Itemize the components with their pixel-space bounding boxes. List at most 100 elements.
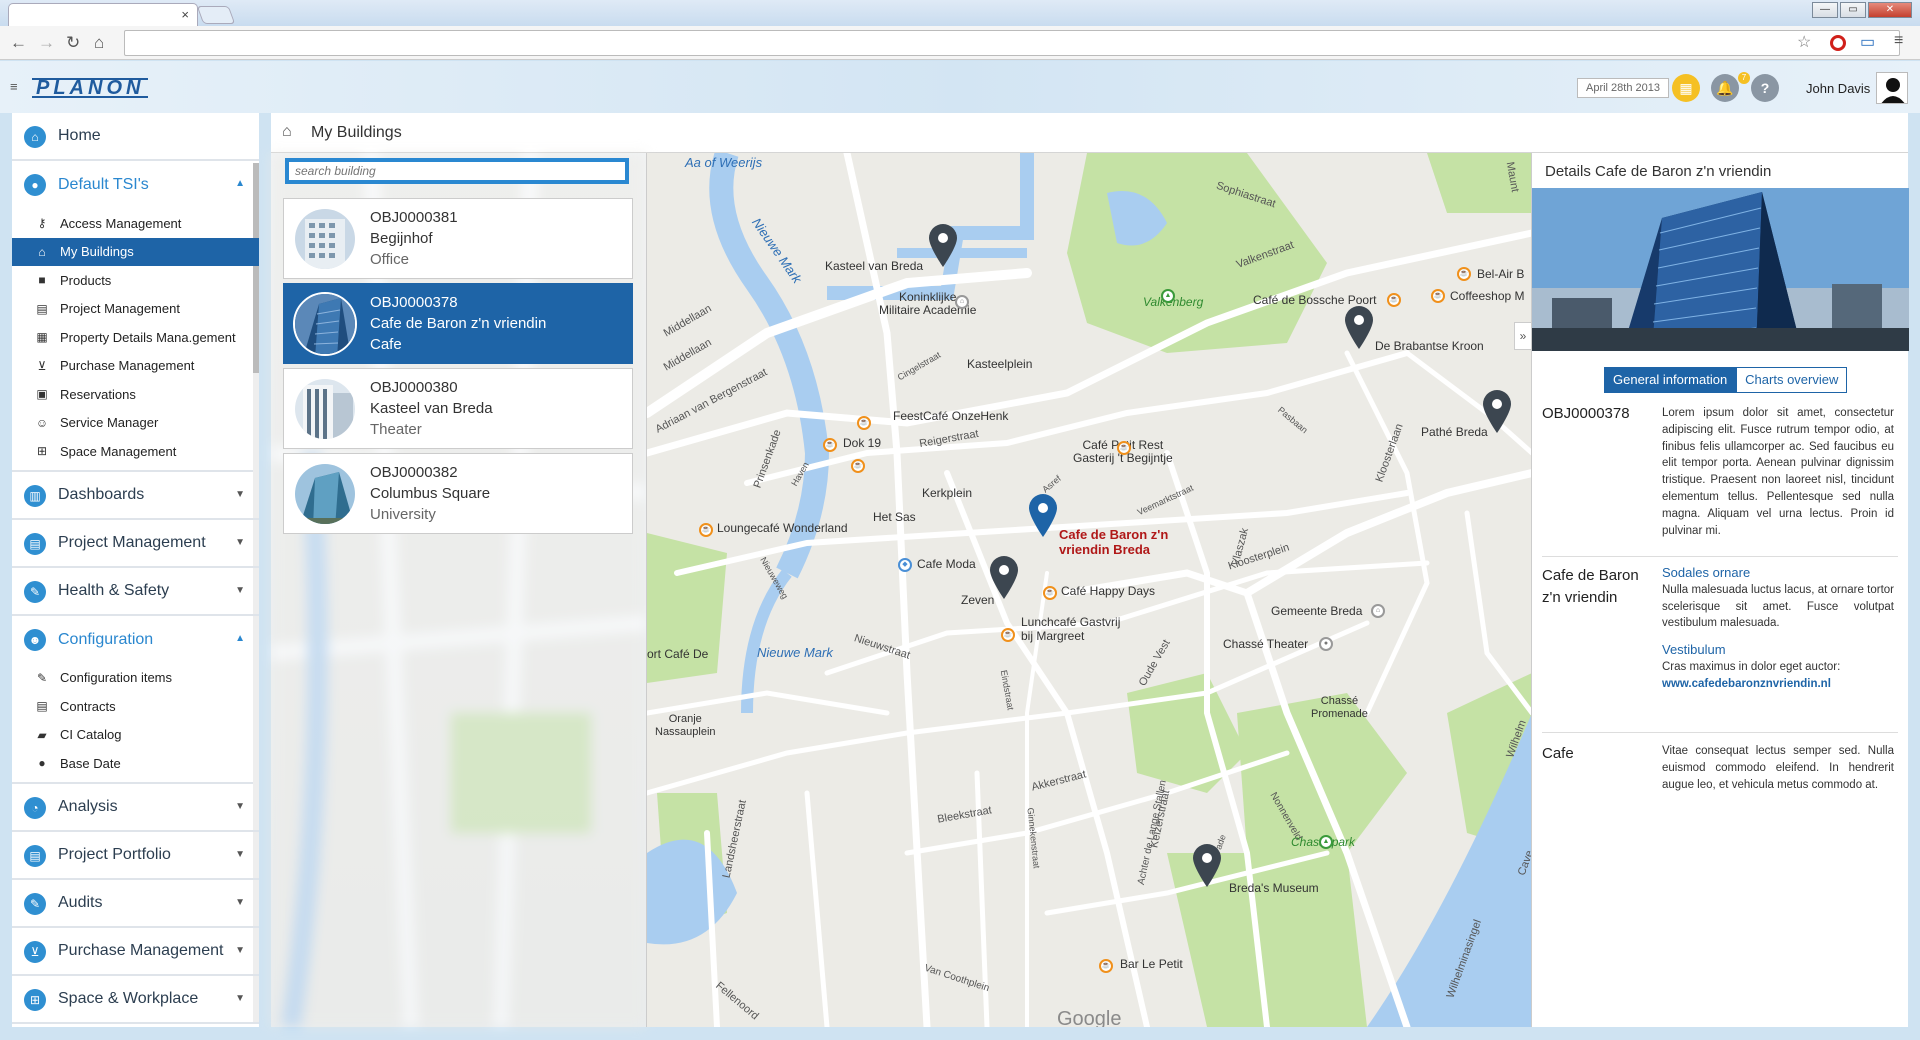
- cast-icon[interactable]: ▭: [1860, 32, 1875, 52]
- sidebar-sub-access-management[interactable]: ⚷ Access Management: [12, 209, 259, 238]
- sidebar-sub-my-buildings[interactable]: ⌂ My Buildings: [12, 237, 259, 266]
- opera-icon[interactable]: [1830, 35, 1846, 51]
- sidebar-sub-base-date[interactable]: ● Base Date: [12, 749, 259, 778]
- hamburger-icon[interactable]: ≡: [10, 79, 18, 94]
- sidebar-item-project-management[interactable]: ▤ Project Management ▼: [12, 520, 259, 568]
- tab-general-information[interactable]: General information: [1604, 367, 1737, 393]
- sidebar-item-space-workplace[interactable]: ⊞ Space & Workplace ▼: [12, 976, 259, 1024]
- sidebar-sub-products[interactable]: ■ Products: [12, 266, 259, 295]
- map-label-selected: Cafe de Baron z'n vriendin Breda: [1059, 527, 1169, 557]
- townhall-poi-icon[interactable]: ⌂: [1371, 604, 1385, 618]
- collapse-details-button[interactable]: »: [1514, 322, 1532, 350]
- sidebar-sub-space-management[interactable]: ⊞ Space Management: [12, 437, 259, 466]
- sidebar-item-label: Default TSI's: [58, 176, 149, 193]
- sidebar-sub-service-manager[interactable]: ☺ Service Manager: [12, 409, 259, 438]
- sub-label: Space Management: [60, 443, 177, 459]
- sub-label: Access Management: [60, 215, 182, 231]
- building-type: Cafe: [370, 336, 402, 353]
- box-icon: ■: [38, 273, 46, 287]
- menu-icon[interactable]: ≡: [1894, 32, 1903, 50]
- building-name: Cafe de Baron z'n vriendin: [370, 315, 547, 332]
- sub-label: Purchase Management: [60, 358, 195, 374]
- page-title: My Buildings: [311, 124, 402, 141]
- shop-poi-icon[interactable]: ◆: [898, 558, 912, 572]
- sidebar-sub-configuration-items[interactable]: ✎ Configuration items: [12, 664, 259, 693]
- sidebar-item-analysis[interactable]: ◔ Analysis ▼: [12, 784, 259, 832]
- sidebar-item-home[interactable]: ⌂ Home: [12, 113, 259, 161]
- cafe-poi-icon[interactable]: ☕: [851, 459, 865, 473]
- sidebar-item-label: Analysis: [58, 797, 118, 815]
- sidebar-item-dashboards[interactable]: ▥ Dashboards ▼: [12, 472, 259, 520]
- cafe-poi-icon[interactable]: ☕: [1431, 289, 1445, 303]
- sidebar-sub-purchase-management[interactable]: ⊻ Purchase Management: [12, 352, 259, 381]
- website-link[interactable]: www.cafedebaronznvriendin.nl: [1662, 676, 1894, 693]
- building-card[interactable]: OBJ0000381 Begijnhof Office: [283, 198, 633, 279]
- minimize-button[interactable]: —: [1812, 2, 1838, 18]
- sidebar-item-audits[interactable]: ✎ Audits ▼: [12, 880, 259, 928]
- browser-tab[interactable]: ×: [8, 3, 198, 26]
- star-icon[interactable]: ☆: [1797, 32, 1811, 52]
- cafe-poi-icon[interactable]: ☕: [1001, 628, 1015, 642]
- maximize-button[interactable]: ▭: [1840, 2, 1866, 18]
- vestibulum-heading: Vestibulum: [1662, 642, 1726, 658]
- park-poi-icon[interactable]: ▲: [1319, 835, 1333, 849]
- back-icon[interactable]: ←: [10, 33, 27, 53]
- cafe-poi-icon[interactable]: ☕: [857, 416, 871, 430]
- new-tab-button[interactable]: [196, 6, 236, 24]
- bell-icon[interactable]: 🔔: [1711, 74, 1739, 102]
- sidebar-item-configuration[interactable]: ☻ Configuration ▲: [12, 616, 259, 664]
- cafe-poi-icon[interactable]: ☕: [1387, 293, 1401, 307]
- cafe-poi-icon[interactable]: ☕: [823, 438, 837, 452]
- sidebar-item-default-tsis[interactable]: ● Default TSI's ▲: [12, 161, 259, 209]
- details-type: Cafe: [1542, 745, 1574, 762]
- wrench-icon: ✎: [24, 580, 46, 603]
- browser-toolbar: ← → ↻ ⌂ ☆ ▭ ≡: [0, 26, 1920, 60]
- map-pin-icon[interactable]: [988, 555, 1020, 599]
- map-label: Bar Le Petit: [1120, 957, 1183, 971]
- sidebar-item-health-safety[interactable]: ✎ Health & Safety ▼: [12, 568, 259, 616]
- search-building-input[interactable]: [295, 162, 625, 180]
- theater-poi-icon[interactable]: ●: [1319, 637, 1333, 651]
- reload-icon[interactable]: ↻: [66, 33, 80, 53]
- building-card[interactable]: OBJ0000380 Kasteel van Breda Theater: [283, 368, 633, 449]
- calendar-icon[interactable]: ▦: [1672, 74, 1700, 102]
- date-field[interactable]: April 28th 2013: [1577, 78, 1669, 98]
- address-bar[interactable]: [124, 30, 1900, 56]
- sidebar-sub-reservations[interactable]: ▣ Reservations: [12, 380, 259, 409]
- map-label: Kasteelplein: [967, 357, 1033, 371]
- map-pin-icon[interactable]: [927, 223, 959, 267]
- cafe-poi-icon[interactable]: ☕: [1043, 586, 1057, 600]
- museum-poi-icon[interactable]: ⌂: [955, 295, 969, 309]
- map-view[interactable]: Aa of Weerijs Sophiastraat Maunt Nieuwe …: [646, 153, 1531, 1027]
- tab-charts-overview[interactable]: Charts overview: [1736, 367, 1848, 393]
- home-icon[interactable]: ⌂: [94, 33, 104, 53]
- sidebar-sub-property-details[interactable]: ▦ Property Details Mana.gement: [12, 323, 259, 352]
- forward-icon[interactable]: →: [38, 33, 55, 53]
- sidebar-sub-contracts[interactable]: ▤ Contracts: [12, 692, 259, 721]
- park-poi-icon[interactable]: ▲: [1161, 289, 1175, 303]
- map-label: FeestCafé OnzeHenk: [893, 409, 1009, 423]
- sidebar-sub-ci-catalog[interactable]: ▰ CI Catalog: [12, 721, 259, 750]
- map-pin-icon[interactable]: [1191, 843, 1223, 887]
- map-pin-selected-icon[interactable]: [1027, 493, 1059, 537]
- building-card[interactable]: OBJ0000382 Columbus Square University: [283, 453, 633, 534]
- map-pin-icon[interactable]: [1481, 389, 1513, 433]
- details-section-name: Cafe de Baron z'n vriendin Sodales ornar…: [1542, 565, 1898, 733]
- cafe-poi-icon[interactable]: ☕: [1099, 959, 1113, 973]
- sidebar-item-purchase-management[interactable]: ⊻ Purchase Management ▼: [12, 928, 259, 976]
- map-pin-icon[interactable]: [1343, 305, 1375, 349]
- close-window-button[interactable]: ✕: [1868, 2, 1912, 18]
- cafe-poi-icon[interactable]: ☕: [1117, 441, 1131, 455]
- building-card-selected[interactable]: OBJ0000378 Cafe de Baron z'n vriendin Ca…: [283, 283, 633, 364]
- help-icon[interactable]: ?: [1751, 74, 1779, 102]
- chevron-down-icon: ▼: [235, 944, 245, 956]
- cafe-poi-icon[interactable]: ☕: [1457, 267, 1471, 281]
- sidebar-sub-project-management[interactable]: ▤ Project Management: [12, 295, 259, 324]
- planon-logo[interactable]: PLANON: [32, 78, 149, 98]
- sidebar-item-project-portfolio[interactable]: ▤ Project Portfolio ▼: [12, 832, 259, 880]
- user-name[interactable]: John Davis: [1806, 81, 1870, 96]
- cafe-poi-icon[interactable]: ☕: [699, 523, 713, 537]
- avatar[interactable]: [1876, 72, 1908, 104]
- sodales-text: Nulla malesuada luctus lacus, at ornare …: [1662, 583, 1894, 630]
- tab-close-icon[interactable]: ×: [181, 7, 189, 22]
